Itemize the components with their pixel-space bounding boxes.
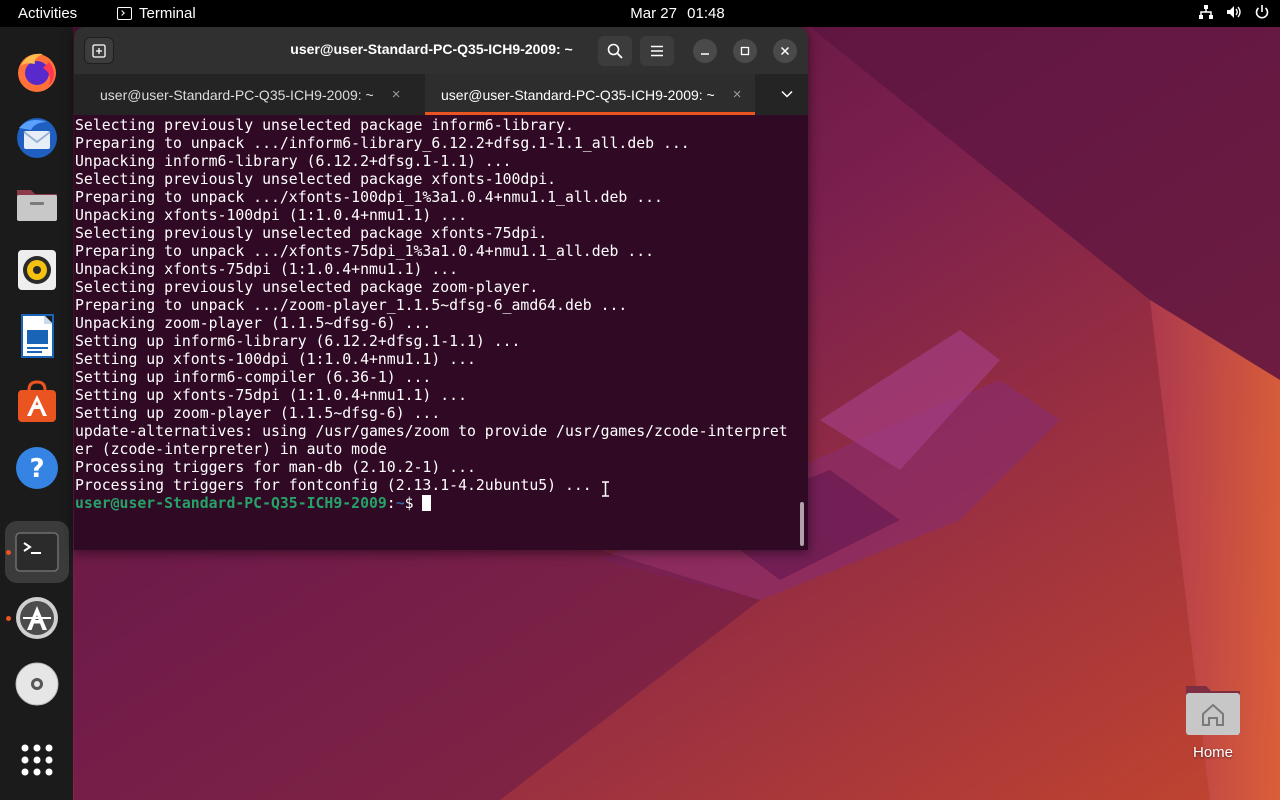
shell-prompt: user@user-Standard-PC-Q35-ICH9-2009:~$ [75, 495, 432, 512]
terminal-window[interactable]: user@user-Standard-PC-Q35-ICH9-2009: ~ u… [74, 27, 808, 550]
tab-bar: user@user-Standard-PC-Q35-ICH9-2009: ~ ×… [74, 74, 808, 116]
output-line: Selecting previously unselected package … [75, 117, 574, 134]
volume-icon[interactable] [1226, 4, 1242, 20]
libreoffice-writer-icon [21, 314, 54, 358]
output-line: Unpacking inform6-library (6.12.2+dfsg.1… [75, 153, 512, 170]
dock-ubuntu-software[interactable] [5, 371, 69, 433]
output-line: Unpacking zoom-player (1.1.5~dfsg-6) ... [75, 315, 432, 332]
search-button[interactable] [598, 36, 632, 66]
output-line: Unpacking xfonts-75dpi (1:1.0.4+nmu1.1) … [75, 261, 459, 278]
maximize-icon [740, 46, 750, 56]
output-line: Processing triggers for man-db (2.10.2-1… [75, 459, 476, 476]
tab-1[interactable]: user@user-Standard-PC-Q35-ICH9-2009: ~ × [100, 74, 400, 115]
output-line: Setting up inform6-compiler (6.36-1) ... [75, 369, 432, 386]
tab-close-icon[interactable]: × [733, 86, 742, 103]
dock-software-updater[interactable] [5, 587, 69, 649]
output-line: Preparing to unpack .../xfonts-100dpi_1%… [75, 189, 663, 206]
clock-button[interactable]: Mar 27 01:48 [0, 5, 1280, 22]
output-line: Selecting previously unselected package … [75, 279, 539, 296]
prompt-symbol: $ [404, 495, 414, 512]
menu-button[interactable] [640, 36, 674, 66]
dock-thunderbird[interactable] [5, 107, 69, 169]
dock-firefox[interactable] [5, 41, 69, 103]
hamburger-icon [651, 45, 663, 57]
disc-icon [15, 662, 59, 706]
window-title: user@user-Standard-PC-Q35-ICH9-2009: ~ [290, 41, 573, 57]
tab-2-active[interactable]: user@user-Standard-PC-Q35-ICH9-2009: ~ × [425, 74, 755, 115]
minimize-icon [701, 53, 709, 55]
svg-text:?: ? [29, 454, 44, 484]
running-indicator [6, 616, 11, 621]
text-cursor [422, 495, 432, 511]
output-line: Setting up inform6-library (6.12.2+dfsg.… [75, 333, 521, 350]
close-button[interactable] [773, 39, 797, 63]
system-tray[interactable] [1198, 4, 1270, 20]
terminal-headerbar[interactable]: user@user-Standard-PC-Q35-ICH9-2009: ~ [74, 27, 808, 74]
desktop-home-label: Home [1192, 744, 1233, 761]
search-icon [607, 43, 623, 59]
maximize-button[interactable] [733, 39, 757, 63]
output-line: Selecting previously unselected package … [75, 225, 548, 242]
output-line: Processing triggers for fontconfig (2.13… [75, 477, 592, 494]
dock-disc[interactable] [5, 653, 69, 715]
output-line: Preparing to unpack .../zoom-player_1.1.… [75, 297, 628, 314]
desktop-home-folder[interactable]: Home [1172, 684, 1254, 761]
output-line: Selecting previously unselected package … [75, 171, 557, 188]
minimize-button[interactable] [693, 39, 717, 63]
terminal-content[interactable]: Selecting previously unselected package … [74, 115, 808, 550]
dock-libreoffice-writer[interactable] [5, 305, 69, 367]
top-bar: Activities Terminal Mar 27 01:48 [0, 0, 1280, 27]
clock-time: 01:48 [687, 5, 725, 22]
output-line: Preparing to unpack .../inform6-library_… [75, 135, 690, 152]
prompt-user: user@user-Standard-PC-Q35-ICH9-2009 [75, 495, 387, 512]
dock-show-apps[interactable] [5, 729, 69, 791]
output-line: Unpacking xfonts-100dpi (1:1.0.4+nmu1.1)… [75, 207, 467, 224]
output-line: update-alternatives: using /usr/games/zo… [75, 423, 788, 440]
scrollbar[interactable] [800, 502, 804, 546]
dock-files[interactable] [5, 173, 69, 235]
chevron-down-icon [781, 90, 793, 98]
terminal-icon [15, 532, 59, 572]
network-icon[interactable] [1198, 4, 1214, 20]
software-updater-icon [16, 597, 58, 639]
tab-close-icon[interactable]: × [392, 86, 401, 103]
help-icon: ? [16, 447, 58, 489]
output-line: Setting up zoom-player (1.1.5~dfsg-6) ..… [75, 405, 441, 422]
power-icon[interactable] [1254, 4, 1270, 20]
prompt-separator: : [386, 495, 396, 512]
ubuntu-software-icon [18, 380, 56, 422]
home-folder-icon [1186, 686, 1240, 735]
dock-terminal[interactable] [5, 521, 69, 583]
tab-label: user@user-Standard-PC-Q35-ICH9-2009: ~ [100, 86, 374, 103]
output-line: Preparing to unpack .../xfonts-75dpi_1%3… [75, 243, 655, 260]
prompt-path: ~ [395, 495, 405, 512]
firefox-icon [18, 53, 56, 92]
tab-label: user@user-Standard-PC-Q35-ICH9-2009: ~ [441, 86, 715, 103]
dock-rhythmbox[interactable] [5, 239, 69, 301]
terminal-output: Selecting previously unselected package … [75, 117, 788, 513]
files-icon [17, 190, 57, 221]
thunderbird-icon [17, 118, 57, 158]
app-grid-icon [21, 744, 53, 776]
ibeam-cursor-icon [602, 481, 609, 497]
rhythmbox-icon [18, 250, 56, 290]
output-line: Setting up xfonts-100dpi (1:1.0.4+nmu1.1… [75, 351, 476, 368]
output-line: Setting up xfonts-75dpi (1:1.0.4+nmu1.1)… [75, 387, 467, 404]
close-icon [780, 46, 790, 56]
tab-list-button[interactable] [774, 82, 800, 106]
dock-help[interactable]: ? [5, 437, 69, 499]
clock-date: Mar 27 [630, 5, 677, 22]
dock: ? [0, 27, 73, 800]
output-line: er (zcode-interpreter) in auto mode [75, 441, 387, 458]
running-indicator [6, 550, 11, 555]
